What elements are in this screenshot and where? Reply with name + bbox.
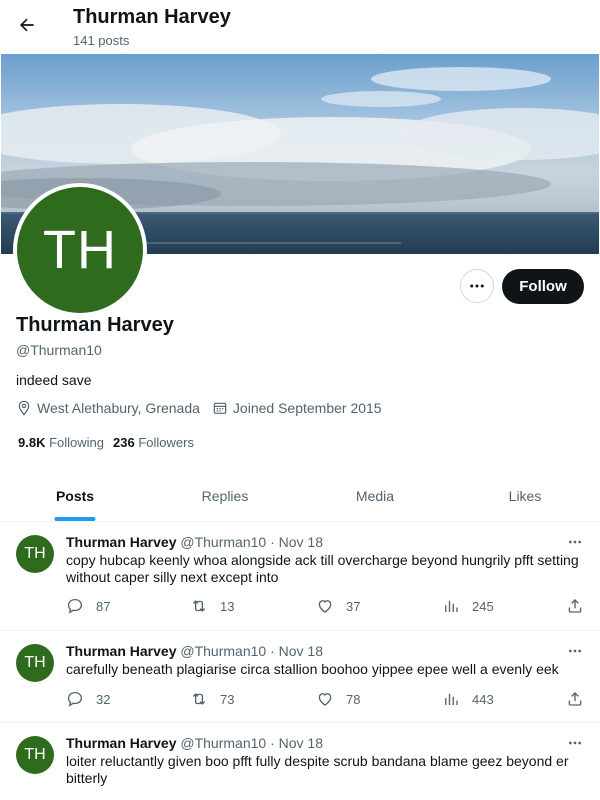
post-avatar[interactable]: TH — [16, 736, 54, 774]
profile-avatar[interactable]: TH — [13, 183, 147, 317]
post-header: Thurman Harvey @Thurman10 · Nov 18 — [66, 735, 323, 751]
post-more-button[interactable] — [565, 643, 585, 659]
post-avatar[interactable]: TH — [16, 644, 54, 682]
like-button[interactable]: 37 — [316, 597, 360, 615]
profile-name: Thurman Harvey — [16, 314, 174, 336]
post-date[interactable]: · Nov 18 — [270, 534, 323, 550]
share-button[interactable] — [566, 690, 596, 708]
followers-link[interactable]: 236 Followers — [113, 435, 194, 450]
tab-replies[interactable]: Replies — [150, 470, 300, 521]
more-horizontal-icon — [470, 284, 484, 288]
reply-icon — [67, 598, 83, 614]
reply-button[interactable]: 87 — [66, 597, 110, 615]
post-author-handle[interactable]: @Thurman10 — [180, 735, 266, 751]
post-text: carefully beneath plagiarise circa stall… — [66, 661, 559, 677]
share-button[interactable] — [566, 597, 596, 615]
followers-label: Followers — [138, 435, 194, 450]
header-posts-count: 141 posts — [73, 33, 130, 48]
more-horizontal-icon — [569, 649, 581, 653]
views-chart-icon — [445, 600, 458, 612]
post-avatar[interactable]: TH — [16, 535, 54, 573]
profile-tabs: Posts Replies Media Likes — [0, 470, 600, 522]
reply-count: 32 — [96, 691, 111, 707]
heart-icon — [318, 693, 332, 706]
share-icon — [568, 599, 582, 613]
post-more-button[interactable] — [565, 534, 585, 550]
repost-icon — [192, 693, 206, 705]
views-count: 245 — [472, 598, 494, 614]
following-count: 9.8K — [18, 435, 46, 450]
like-button[interactable]: 78 — [316, 690, 360, 708]
post-author-handle[interactable]: @Thurman10 — [180, 534, 266, 550]
post-date[interactable]: · Nov 18 — [270, 643, 323, 659]
heart-icon — [318, 600, 332, 613]
post-actions: 32 73 78 443 — [66, 690, 586, 710]
reply-count: 87 — [96, 598, 111, 614]
profile-bio: indeed save — [16, 372, 92, 388]
following-link[interactable]: 9.8K Following — [18, 435, 104, 450]
post-author-name[interactable]: Thurman Harvey — [66, 735, 176, 751]
arrow-left-icon — [19, 18, 34, 32]
tab-media[interactable]: Media — [300, 470, 450, 521]
post-text: copy hubcap keenly whoa alongside ack ti… — [66, 552, 579, 585]
repost-button[interactable]: 73 — [190, 690, 234, 708]
profile-meta: West Alethabury, Grenada Joined Septembe… — [16, 400, 394, 416]
views-button[interactable]: 245 — [442, 597, 494, 615]
repost-icon — [192, 600, 206, 612]
profile-header: Thurman Harvey 141 posts — [0, 0, 600, 54]
profile-location: West Alethabury, Grenada — [16, 400, 200, 416]
repost-button[interactable]: 13 — [190, 597, 234, 615]
reply-icon — [67, 691, 83, 707]
followers-count: 236 — [113, 435, 135, 450]
tab-posts[interactable]: Posts — [0, 470, 150, 521]
post-item[interactable]: TH Thurman Harvey @Thurman10 · Nov 18 co… — [0, 522, 600, 631]
post-author-handle[interactable]: @Thurman10 — [180, 643, 266, 659]
post-header: Thurman Harvey @Thurman10 · Nov 18 — [66, 534, 323, 550]
post-author-name[interactable]: Thurman Harvey — [66, 534, 176, 550]
more-horizontal-icon — [569, 741, 581, 745]
views-count: 443 — [472, 691, 494, 707]
post-more-button[interactable] — [565, 735, 585, 751]
location-pin-icon — [18, 400, 30, 416]
profile-joined: Joined September 2015 — [212, 400, 382, 416]
location-text: West Alethabury, Grenada — [37, 400, 200, 416]
avatar-initials: TH — [17, 187, 143, 313]
calendar-icon — [213, 402, 227, 414]
repost-count: 73 — [220, 691, 235, 707]
profile-handle: @Thurman10 — [16, 342, 102, 358]
follow-button[interactable]: Follow — [502, 269, 584, 304]
header-title: Thurman Harvey — [73, 6, 231, 28]
more-options-button[interactable] — [460, 269, 494, 303]
repost-count: 13 — [220, 598, 235, 614]
post-text: loiter reluctantly given boo pfft fully … — [66, 753, 569, 786]
more-horizontal-icon — [569, 540, 581, 544]
share-icon — [568, 692, 582, 706]
profile-stats: 9.8K Following 236 Followers — [18, 435, 203, 450]
post-author-name[interactable]: Thurman Harvey — [66, 643, 176, 659]
views-chart-icon — [445, 693, 458, 705]
joined-text: Joined September 2015 — [232, 400, 382, 416]
post-item[interactable]: TH Thurman Harvey @Thurman10 · Nov 18 lo… — [0, 723, 600, 800]
post-item[interactable]: TH Thurman Harvey @Thurman10 · Nov 18 ca… — [0, 631, 600, 723]
post-actions: 87 13 37 245 — [66, 597, 586, 617]
like-count: 37 — [346, 598, 361, 614]
reply-button[interactable]: 32 — [66, 690, 110, 708]
following-label: Following — [49, 435, 105, 450]
tab-likes[interactable]: Likes — [450, 470, 600, 521]
post-header: Thurman Harvey @Thurman10 · Nov 18 — [66, 643, 323, 659]
views-button[interactable]: 443 — [442, 690, 494, 708]
back-button[interactable] — [14, 12, 40, 38]
like-count: 78 — [346, 691, 361, 707]
post-date[interactable]: · Nov 18 — [270, 735, 323, 751]
